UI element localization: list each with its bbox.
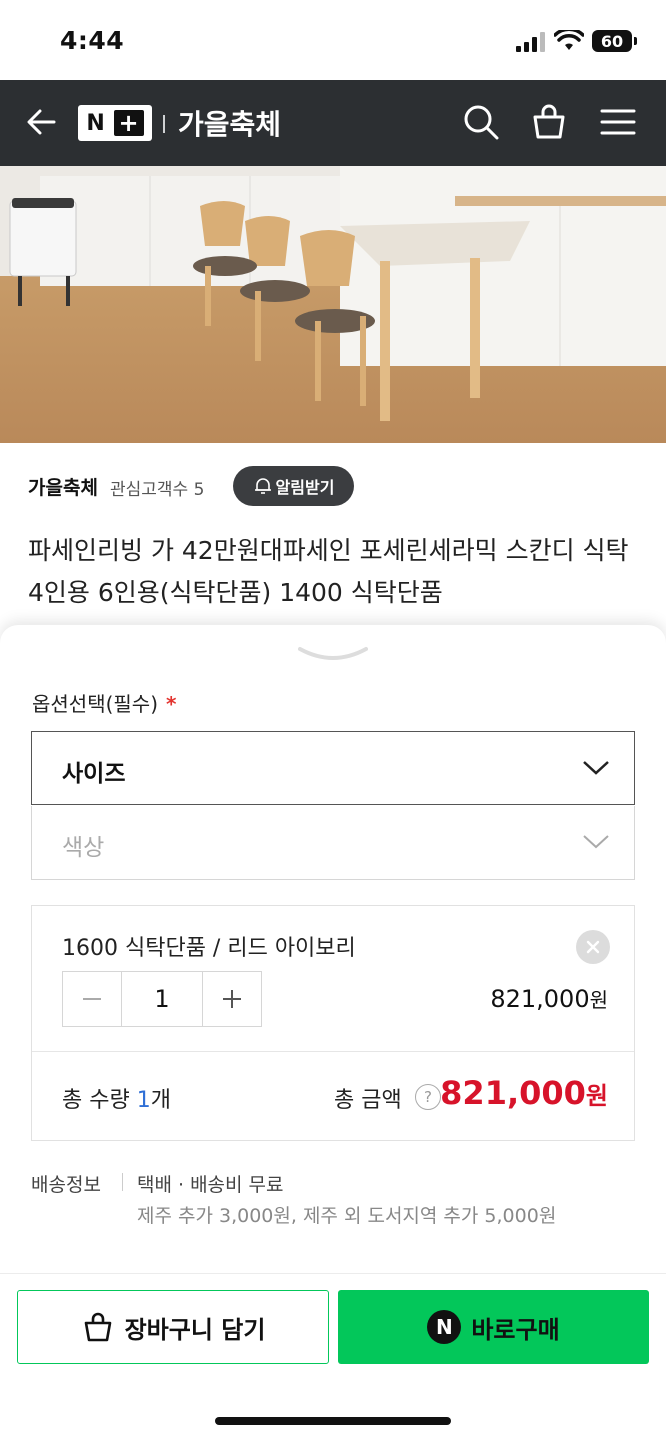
back-arrow-icon[interactable]	[24, 102, 60, 142]
total-amount-label: 총 금액	[334, 1088, 402, 1113]
size-select-label: 사이즈	[62, 761, 126, 787]
dining-table-photo	[0, 166, 666, 443]
status-time: 4:44	[60, 26, 125, 55]
wifi-icon	[554, 30, 584, 50]
status-bar: 4:44 60	[0, 0, 666, 80]
option-select-label: 옵션선택(필수) *	[32, 692, 177, 716]
battery-icon: 60	[592, 30, 637, 52]
naver-plus-logo[interactable]: N +	[78, 105, 152, 141]
plus-icon	[223, 990, 241, 1008]
total-quantity: 총 수량 1개	[62, 1088, 171, 1113]
total-price: 821,000원	[440, 1074, 608, 1112]
search-icon[interactable]	[461, 102, 501, 142]
size-select[interactable]: 사이즈	[31, 731, 635, 805]
shipping-extra-fee: 제주 추가 3,000원, 제주 외 도서지역 추가 5,000원	[137, 1205, 557, 1227]
home-indicator[interactable]	[215, 1417, 451, 1425]
close-icon	[586, 940, 600, 954]
hamburger-menu-icon[interactable]	[598, 102, 638, 142]
shipping-divider	[122, 1173, 123, 1191]
required-mark: *	[166, 692, 177, 716]
interest-count: 관심고객수 5	[110, 480, 205, 500]
purchase-sheet: 옵션선택(필수)* 사이즈 색상 1600 식탁단품 / 리드 아이보리 1	[0, 625, 666, 1440]
naver-pay-icon: N	[427, 1310, 462, 1344]
top-header: N + 가을축체	[0, 80, 666, 166]
store-title[interactable]: 가을축체	[178, 103, 281, 143]
cellular-signal-icon	[516, 32, 545, 52]
shopping-bag-icon	[84, 1312, 111, 1342]
selected-option-box: 1600 식탁단품 / 리드 아이보리 1 821,000원 총 수량 1개 총…	[31, 905, 635, 1141]
remove-item-button[interactable]	[576, 930, 610, 964]
quantity-value[interactable]: 1	[121, 972, 203, 1026]
logo-n: N	[86, 110, 105, 136]
buy-now-button[interactable]: N 바로구매	[338, 1290, 649, 1364]
help-icon[interactable]: ?	[415, 1084, 441, 1110]
product-image[interactable]	[0, 166, 666, 443]
quantity-stepper: 1	[62, 971, 262, 1027]
notify-button[interactable]: 알림받기	[233, 466, 354, 506]
store-name[interactable]: 가을축체	[28, 473, 98, 500]
decrease-quantity-button[interactable]	[63, 972, 121, 1026]
section-divider	[0, 1273, 666, 1274]
buy-now-label: 바로구매	[471, 1315, 560, 1344]
logo-plus: +	[113, 109, 144, 137]
add-to-cart-button[interactable]: 장바구니 담기	[17, 1290, 329, 1364]
chevron-down-icon	[583, 835, 609, 849]
shipping-method: 택배 · 배송비 무료	[137, 1174, 284, 1196]
product-title: 파세인리빙 가 42만원대파세인 포세린세라믹 스칸디 식탁 4인용 6인용(식…	[28, 536, 629, 607]
selected-item-row: 1600 식탁단품 / 리드 아이보리 1 821,000원	[32, 906, 634, 1052]
selected-item-name: 1600 식탁단품 / 리드 아이보리	[62, 936, 356, 961]
shipping-info-label: 배송정보	[31, 1174, 101, 1196]
color-select-label: 색상	[62, 835, 105, 861]
increase-quantity-button[interactable]	[203, 972, 261, 1026]
sheet-collapse-handle[interactable]	[298, 645, 368, 663]
item-price: 821,000원	[490, 985, 608, 1013]
chevron-down-icon	[583, 761, 609, 775]
notify-label: 알림받기	[275, 478, 335, 497]
bell-plus-icon	[254, 478, 271, 494]
header-divider	[163, 115, 165, 133]
minus-icon	[83, 998, 101, 1000]
add-to-cart-label: 장바구니 담기	[124, 1315, 266, 1344]
color-select[interactable]: 색상	[31, 806, 635, 880]
shopping-bag-icon[interactable]	[529, 102, 569, 142]
